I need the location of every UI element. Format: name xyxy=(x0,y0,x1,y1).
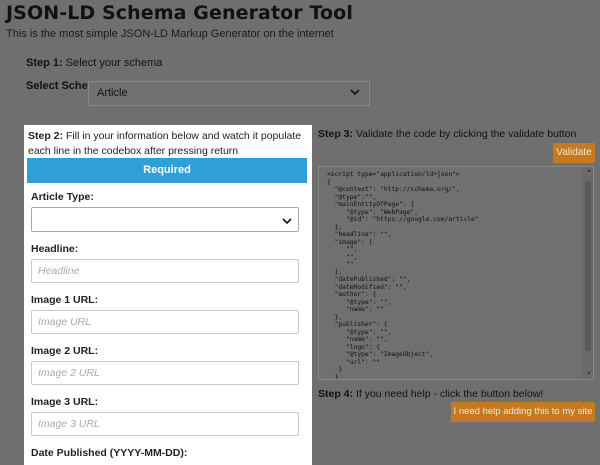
step2-instruction: Step 2: Fill in your information below a… xyxy=(28,129,310,159)
code-box[interactable]: <script type="application/ld+json"> { "@… xyxy=(318,166,594,380)
image3-label: Image 3 URL: xyxy=(31,396,99,408)
code-scrollbar[interactable]: ▲ ▼ xyxy=(583,167,593,379)
scroll-down-arrow-icon[interactable]: ▼ xyxy=(586,371,592,377)
chevron-down-icon xyxy=(282,213,292,231)
image1-input[interactable]: Image URL xyxy=(31,310,299,334)
help-button[interactable]: I need help adding this to my site xyxy=(451,402,595,422)
step2-text: Fill in your information below and watch… xyxy=(28,130,302,157)
headline-label: Headline: xyxy=(31,243,79,255)
step4-label: Step 4: xyxy=(318,388,354,400)
code-content: <script type="application/ld+json"> { "@… xyxy=(327,171,479,380)
step3-label: Step 3: xyxy=(318,128,354,140)
scrollbar-thumb[interactable] xyxy=(585,181,591,351)
scroll-up-arrow-icon[interactable]: ▲ xyxy=(586,168,592,174)
step2-label: Step 2: xyxy=(28,130,64,142)
validate-button[interactable]: Validate xyxy=(553,143,595,163)
step1-instruction: Step 1: Select your schema xyxy=(26,57,162,69)
article-type-select[interactable] xyxy=(31,207,299,232)
step1-text: Select your schema xyxy=(65,57,163,69)
article-type-label: Article Type: xyxy=(31,191,94,203)
form-panel: Step 2: Fill in your information below a… xyxy=(24,125,312,465)
chevron-down-icon xyxy=(350,87,360,100)
schema-select[interactable]: Article xyxy=(88,81,370,106)
step4-instruction: Step 4: If you need help - click the but… xyxy=(318,388,543,400)
page-title: JSON-LD Schema Generator Tool xyxy=(6,2,353,24)
page-subtitle: This is the most simple JSON-LD Markup G… xyxy=(6,28,334,40)
step3-instruction: Step 3: Validate the code by clicking th… xyxy=(318,128,576,140)
image2-input[interactable]: Image 2 URL xyxy=(31,361,299,385)
step1-label: Step 1: xyxy=(26,57,63,69)
date-published-label: Date Published (YYYY-MM-DD): xyxy=(31,447,188,459)
image2-label: Image 2 URL: xyxy=(31,345,99,357)
step4-text: If you need help - click the button belo… xyxy=(355,388,544,400)
image3-input[interactable]: Image 3 URL xyxy=(31,412,299,436)
schema-select-value: Article xyxy=(97,87,128,99)
image1-label: Image 1 URL: xyxy=(31,294,99,306)
headline-input[interactable]: Headline xyxy=(31,259,299,283)
required-banner: Required xyxy=(27,158,307,183)
step3-text: Validate the code by clicking the valida… xyxy=(355,128,577,140)
